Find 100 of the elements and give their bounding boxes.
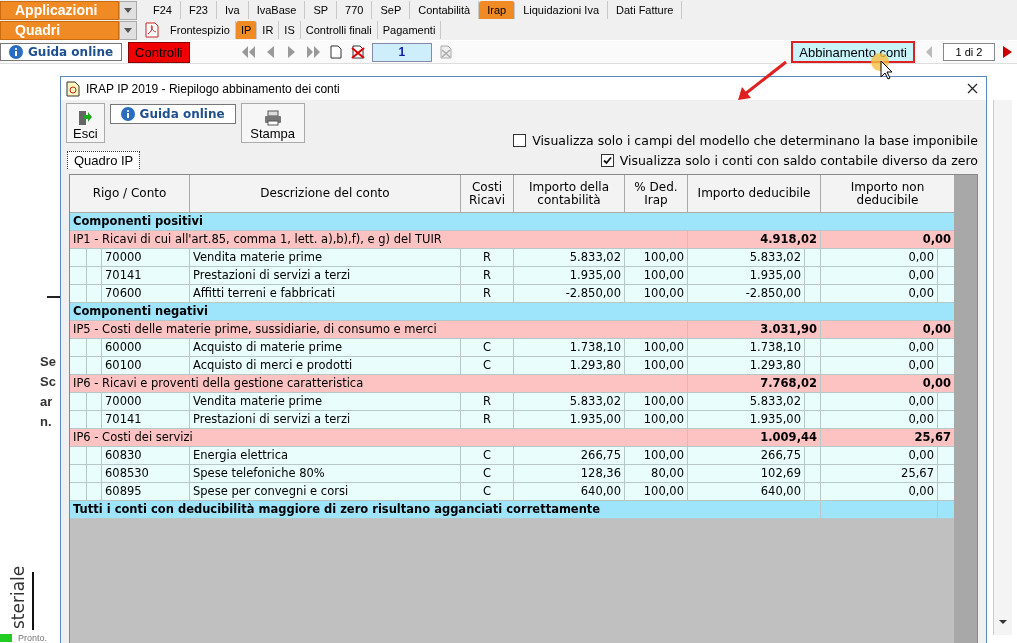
- table-cell: 100,00: [625, 267, 688, 285]
- table-cell: 128,36: [514, 465, 625, 483]
- module-tab[interactable]: Dati Fatture: [608, 1, 683, 19]
- line-heading: IP6 - Ricavi e proventi della gestione caratteristica: [70, 375, 688, 393]
- column-header: Costi Ricavi: [461, 175, 514, 213]
- table-cell: 1.935,00: [514, 267, 625, 285]
- document-text: ar: [40, 393, 54, 411]
- table-cell: C: [461, 447, 514, 465]
- table-cell: 60895: [102, 483, 190, 501]
- column-header: Rigo / Conto: [70, 175, 190, 213]
- table-cell: 70000: [102, 249, 190, 267]
- table-cell: C: [461, 465, 514, 483]
- table-cell: 100,00: [625, 357, 688, 375]
- vertical-text: steriale: [8, 565, 28, 629]
- exit-button[interactable]: Esci: [66, 103, 105, 143]
- scrollbar[interactable]: [954, 175, 977, 643]
- module-tab[interactable]: 770: [337, 1, 373, 19]
- table-cell: 100,00: [625, 483, 688, 501]
- close-icon[interactable]: [967, 83, 978, 94]
- table-cell: 100,00: [625, 249, 688, 267]
- last-page-icon[interactable]: [305, 45, 322, 59]
- table-cell: 1.935,00: [688, 411, 805, 429]
- table-cell: 5.833,02: [688, 249, 805, 267]
- form-tab[interactable]: IS: [279, 21, 301, 39]
- checkbox[interactable]: [513, 134, 527, 147]
- column-header: Importo della contabilità: [514, 175, 625, 213]
- printer-icon: [263, 110, 282, 126]
- help-button[interactable]: Guida online: [109, 104, 236, 124]
- form-tab[interactable]: Frontespizio: [165, 21, 236, 39]
- table-cell: 25,67: [821, 465, 938, 483]
- table-cell: Vendita materie prime: [190, 393, 461, 411]
- status-icon: [0, 634, 12, 642]
- module-tab[interactable]: F24: [145, 1, 181, 19]
- table-cell: 0,00: [821, 411, 938, 429]
- document-text: n.: [40, 413, 53, 431]
- form-tab[interactable]: IR: [257, 21, 280, 39]
- module-tab[interactable]: IvaBase: [248, 1, 306, 19]
- module-tab[interactable]: F23: [180, 1, 217, 19]
- match-accounts-button[interactable]: Abbinamento conti: [791, 41, 915, 63]
- checkbox[interactable]: [600, 154, 614, 167]
- table-cell: 0,00: [821, 321, 955, 339]
- table-cell: 0,00: [821, 285, 938, 303]
- table-cell: R: [461, 393, 514, 411]
- checks-button[interactable]: Controlli: [128, 41, 190, 63]
- table-cell: R: [461, 285, 514, 303]
- table-cell: 640,00: [514, 483, 625, 501]
- table-cell: Prestazioni di servizi a terzi: [190, 267, 461, 285]
- table-cell: R: [461, 267, 514, 285]
- table-cell: 4.918,02: [688, 231, 821, 249]
- table-cell: Spese telefoniche 80%: [190, 465, 461, 483]
- section-heading: Componenti positivi: [70, 213, 955, 231]
- module-tab[interactable]: Liquidazioni Iva: [515, 1, 608, 19]
- table-cell: 100,00: [625, 393, 688, 411]
- form-tab[interactable]: Pagamenti: [377, 21, 442, 39]
- column-header: % Ded. Irap: [625, 175, 688, 213]
- table-cell: R: [461, 411, 514, 429]
- print-button[interactable]: Stampa: [240, 103, 305, 143]
- table-cell: -2.850,00: [514, 285, 625, 303]
- new-page-icon[interactable]: [327, 45, 344, 59]
- table-cell: 0,00: [821, 267, 938, 285]
- delete-page-icon[interactable]: [349, 45, 366, 59]
- table-cell: 1.009,44: [688, 429, 821, 447]
- table-cell: 1.293,80: [688, 357, 805, 375]
- table-cell: Spese per convegni e corsi: [190, 483, 461, 501]
- caret-icon: [124, 27, 132, 33]
- table-cell: Acquisto di merci e prodotti: [190, 357, 461, 375]
- module-tab[interactable]: Iva: [216, 1, 249, 19]
- table-cell: 25,67: [821, 429, 955, 447]
- table-cell: C: [461, 357, 514, 375]
- table-cell: 1.738,10: [688, 339, 805, 357]
- form-tab[interactable]: IP: [235, 21, 258, 39]
- form-tab[interactable]: Quadro IP: [67, 151, 141, 169]
- table-cell: 60830: [102, 447, 190, 465]
- table-cell: 266,75: [688, 447, 805, 465]
- table-cell: 1.738,10: [514, 339, 625, 357]
- scroll-down-icon[interactable]: [998, 617, 1008, 627]
- line-heading: IP5 - Costi delle materie prime, sussidiarie, di consumo e merci: [70, 321, 688, 339]
- dialog-title: IRAP IP 2019 - Riepilogo abbinamento dei conti: [86, 81, 340, 96]
- info-icon: [120, 107, 135, 121]
- table-cell: 80,00: [625, 465, 688, 483]
- table-cell: 1.293,80: [514, 357, 625, 375]
- module-tab[interactable]: SeP: [372, 1, 411, 19]
- table-cell: 60000: [102, 339, 190, 357]
- table-cell: 102,69: [688, 465, 805, 483]
- option-label: Visualizza solo i campi del modello che determinano la base imponibile: [532, 133, 978, 148]
- caret-icon: [124, 7, 132, 13]
- table-cell: Vendita materie prime: [190, 249, 461, 267]
- dropdown-button[interactable]: [119, 20, 137, 40]
- next-icon[interactable]: [1001, 45, 1013, 59]
- form-tab[interactable]: Controlli finali: [300, 21, 378, 39]
- pdf-icon[interactable]: [145, 22, 159, 38]
- module-tab[interactable]: SP: [305, 1, 338, 19]
- dropdown-button[interactable]: [119, 0, 137, 20]
- table-cell: 7.768,02: [688, 375, 821, 393]
- document-text: Se: [40, 353, 56, 371]
- help-button[interactable]: Guida online: [0, 43, 123, 61]
- table-cell: 5.833,02: [514, 393, 625, 411]
- table-cell: 0,00: [821, 375, 955, 393]
- page-field[interactable]: 1: [371, 42, 432, 62]
- module-tab[interactable]: Irap: [479, 1, 516, 19]
